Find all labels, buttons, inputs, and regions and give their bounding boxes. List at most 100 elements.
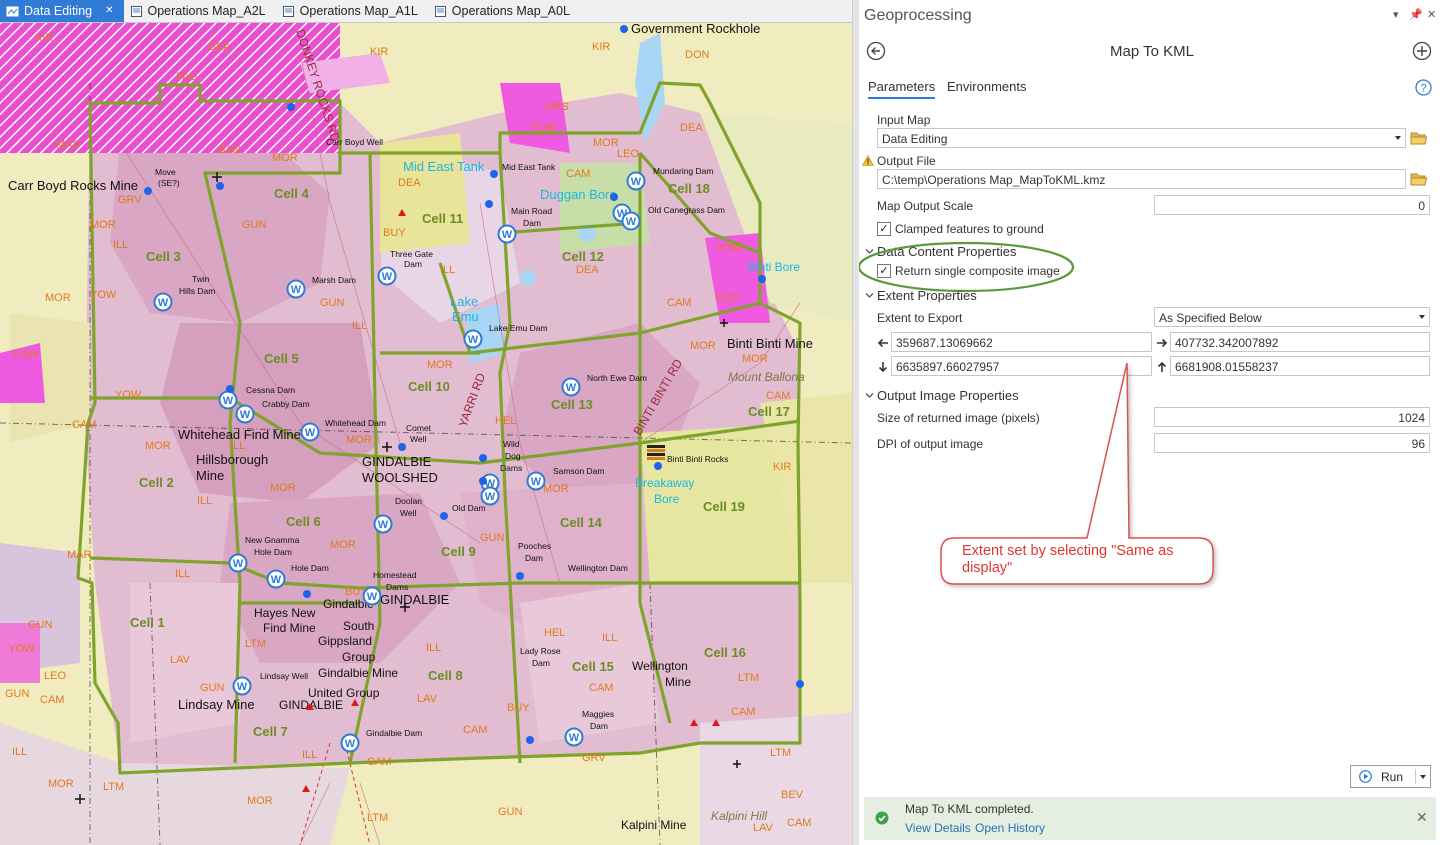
svg-text:ILL: ILL xyxy=(440,264,455,276)
svg-text:CAM: CAM xyxy=(589,682,613,694)
svg-text:W: W xyxy=(158,297,169,309)
water-point-icon: W xyxy=(621,211,641,231)
svg-text:Emu: Emu xyxy=(452,309,479,324)
close-pane-icon[interactable]: ✕ xyxy=(1427,8,1436,21)
svg-text:LTM: LTM xyxy=(367,812,388,824)
arrow-down-icon xyxy=(878,362,888,373)
svg-text:GUN: GUN xyxy=(242,219,267,231)
extent-to-export-value: As Specified Below xyxy=(1159,311,1262,325)
svg-text:Dams: Dams xyxy=(500,463,522,473)
tab-operations-map-a1l[interactable]: Operations Map_A1L xyxy=(276,0,428,22)
svg-text:GUN: GUN xyxy=(28,619,53,631)
svg-text:CAM: CAM xyxy=(40,694,64,706)
open-history-link[interactable]: Open History xyxy=(975,821,1045,835)
input-map-value: Data Editing xyxy=(882,132,948,146)
folder-icon[interactable] xyxy=(1410,171,1428,187)
arrow-right-icon xyxy=(1157,338,1168,348)
svg-text:Cell 19: Cell 19 xyxy=(703,499,745,514)
tab-operations-map-a0l[interactable]: Operations Map_A0L xyxy=(428,0,580,22)
tab-operations-map-a2l[interactable]: Operations Map_A2L xyxy=(124,0,276,22)
extent-top-input[interactable]: 6681908.01558237 xyxy=(1170,356,1430,376)
tab-label: Operations Map_A0L xyxy=(451,4,570,18)
svg-text:Mid East Tank: Mid East Tank xyxy=(403,159,485,174)
chevron-down-icon[interactable] xyxy=(865,247,874,256)
svg-text:LEO: LEO xyxy=(716,292,738,304)
status-bar: Map To KML completed. View Details Open … xyxy=(864,797,1436,840)
tab-environments[interactable]: Environments xyxy=(947,79,1026,94)
chevron-down-icon[interactable] xyxy=(865,391,874,400)
svg-text:Cell 7: Cell 7 xyxy=(253,724,288,739)
svg-text:W: W xyxy=(631,176,642,188)
image-size-input[interactable]: 1024 xyxy=(1154,407,1430,427)
pin-icon[interactable]: 📌 xyxy=(1409,8,1423,21)
svg-text:KIR: KIR xyxy=(592,41,610,53)
svg-text:Wellington Dam: Wellington Dam xyxy=(568,563,628,573)
view-details-link[interactable]: View Details xyxy=(905,821,971,835)
svg-text:FAU: FAU xyxy=(176,71,197,83)
extent-right-input[interactable]: 407732.342007892 xyxy=(1170,332,1430,352)
extent-bottom-input[interactable]: 6635897.66027957 xyxy=(891,356,1152,376)
output-file-value: C:\temp\Operations Map_MapToKML.kmz xyxy=(882,173,1106,187)
svg-text:Dog: Dog xyxy=(505,451,521,461)
svg-text:Pooches: Pooches xyxy=(518,541,551,551)
svg-text:Bore: Bore xyxy=(654,492,680,506)
svg-text:Hole Dam: Hole Dam xyxy=(254,547,292,557)
svg-text:LAV: LAV xyxy=(753,822,774,834)
svg-text:New Gnamma: New Gnamma xyxy=(245,535,300,545)
svg-text:Cell 11: Cell 11 xyxy=(422,211,463,226)
extent-to-export-select[interactable]: As Specified Below xyxy=(1154,307,1430,327)
svg-text:GUN: GUN xyxy=(320,297,345,309)
svg-text:Cell 2: Cell 2 xyxy=(139,475,174,490)
svg-text:Dam: Dam xyxy=(523,218,541,228)
run-button[interactable]: Run xyxy=(1350,765,1431,788)
map-canvas[interactable]: KIR DEA KIR KIR DON GRS YOW DEA MOR LEO CAM BAN … xyxy=(0,23,852,845)
map-output-scale-input[interactable]: 0 xyxy=(1154,195,1430,215)
parameter-tabs: Parameters Environments ? xyxy=(859,76,1445,99)
svg-text:Mount Ballona: Mount Ballona xyxy=(728,370,805,384)
dpi-input[interactable]: 96 xyxy=(1154,433,1430,453)
clamped-checkbox[interactable]: ✓ xyxy=(877,222,891,236)
svg-text:Breakaway: Breakaway xyxy=(635,476,694,490)
svg-text:Duggan Bore: Duggan Bore xyxy=(540,187,617,202)
play-icon xyxy=(1359,770,1372,783)
svg-text:Cell 8: Cell 8 xyxy=(428,668,463,683)
folder-icon[interactable] xyxy=(1410,130,1428,146)
svg-text:YOW: YOW xyxy=(12,349,39,361)
svg-text:MAR: MAR xyxy=(67,549,92,561)
run-dropdown-icon[interactable] xyxy=(1420,775,1426,779)
output-image-properties-header[interactable]: Output Image Properties xyxy=(877,388,1019,403)
svg-text:MOR: MOR xyxy=(427,359,453,371)
svg-text:Three Gate: Three Gate xyxy=(390,249,433,259)
tab-parameters[interactable]: Parameters xyxy=(868,79,936,99)
composite-image-checkbox[interactable]: ✓ xyxy=(877,264,891,278)
output-file-input[interactable]: C:\temp\Operations Map_MapToKML.kmz xyxy=(877,169,1406,189)
svg-text:BAN: BAN xyxy=(218,144,241,156)
geology-map: KIRDEA KIR KIRDONGRS YOW DEAMOR LEOCAMBAN … xyxy=(0,23,852,845)
svg-text:MOR: MOR xyxy=(690,340,716,352)
water-point-icon: W xyxy=(340,733,360,753)
chevron-down-icon[interactable] xyxy=(865,291,874,300)
svg-text:Whitehead Find Mine: Whitehead Find Mine xyxy=(178,427,301,442)
help-icon[interactable]: ? xyxy=(1415,79,1432,96)
svg-text:W: W xyxy=(223,395,234,407)
options-dropdown-icon[interactable]: ▾ xyxy=(1393,8,1399,21)
svg-text:(SE?): (SE?) xyxy=(158,178,180,188)
svg-text:Cell 14: Cell 14 xyxy=(560,515,603,530)
svg-text:Lake Emu Dam: Lake Emu Dam xyxy=(489,323,548,333)
extent-properties-header[interactable]: Extent Properties xyxy=(877,288,977,303)
map-view[interactable]: Data Editing ✕ Operations Map_A2L Operat… xyxy=(0,0,852,845)
svg-text:CAM: CAM xyxy=(463,724,487,736)
extent-left-input[interactable]: 359687.13069662 xyxy=(891,332,1152,352)
svg-text:CAM: CAM xyxy=(731,706,755,718)
svg-text:YOW: YOW xyxy=(115,389,142,401)
svg-text:Carr Boyd Rocks Mine: Carr Boyd Rocks Mine xyxy=(8,178,138,193)
tab-data-editing[interactable]: Data Editing ✕ xyxy=(0,0,124,22)
svg-text:W: W xyxy=(233,558,244,570)
close-icon[interactable]: ✕ xyxy=(1416,809,1428,826)
data-content-properties-header[interactable]: Data Content Properties xyxy=(877,244,1016,259)
svg-text:LTM: LTM xyxy=(738,672,759,684)
add-icon[interactable] xyxy=(1412,41,1432,61)
image-size-label: Size of returned image (pixels) xyxy=(877,411,1040,425)
input-map-select[interactable]: Data Editing xyxy=(877,128,1406,148)
close-icon[interactable]: ✕ xyxy=(105,0,113,22)
